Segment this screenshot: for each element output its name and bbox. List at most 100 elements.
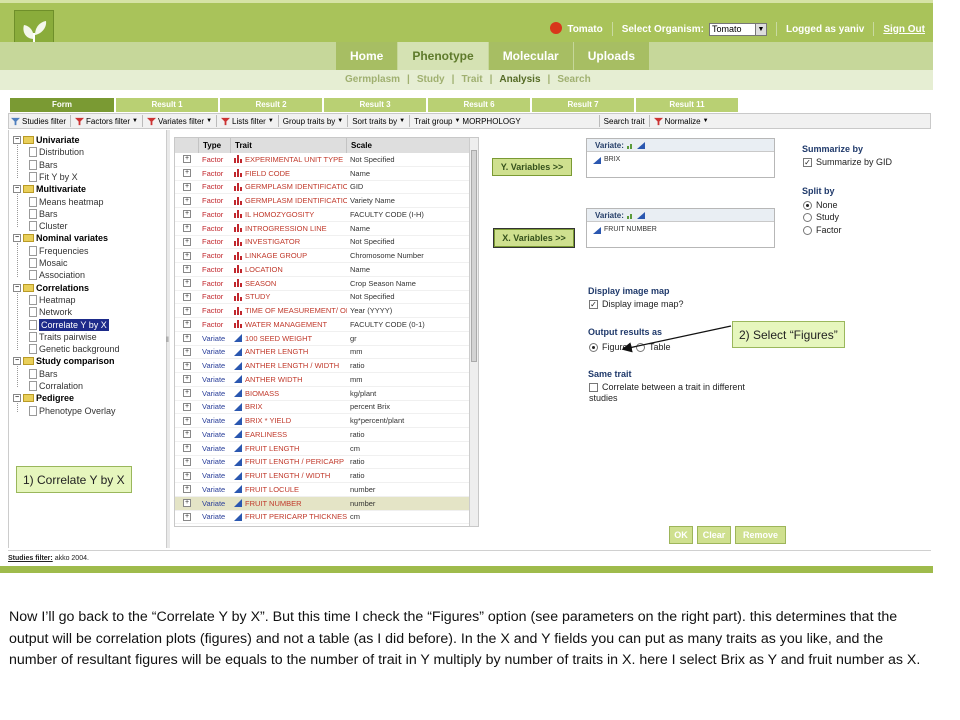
expand-icon[interactable]: + bbox=[183, 155, 191, 164]
same-trait-checkbox[interactable] bbox=[589, 382, 598, 392]
tree-group[interactable]: − Study comparison bbox=[13, 355, 115, 367]
tree-item[interactable]: Bars bbox=[29, 208, 58, 220]
expand-icon[interactable]: + bbox=[183, 210, 191, 219]
expand-icon[interactable]: + bbox=[183, 471, 191, 480]
collapse-icon[interactable]: − bbox=[13, 394, 21, 403]
tab-phenotype[interactable]: Phenotype bbox=[398, 42, 489, 70]
tree-item[interactable]: Traits pairwise bbox=[29, 331, 97, 343]
column-header-type[interactable]: Type bbox=[199, 138, 231, 153]
variates-filter-button[interactable]: Variates filter ▼ bbox=[147, 117, 212, 126]
expand-icon[interactable]: + bbox=[183, 512, 191, 521]
group-traits-by-button[interactable]: Group traits by ▼ bbox=[283, 117, 343, 126]
subnav-study[interactable]: Study bbox=[417, 74, 445, 85]
collapse-icon[interactable]: − bbox=[13, 357, 21, 366]
tree-group[interactable]: − Nominal variates bbox=[13, 232, 108, 244]
expand-icon[interactable]: + bbox=[183, 237, 191, 246]
tree-item[interactable]: Bars bbox=[29, 368, 58, 380]
summarize-checkbox[interactable]: ✓ bbox=[803, 157, 812, 167]
subnav-trait[interactable]: Trait bbox=[461, 74, 482, 85]
expand-icon[interactable]: + bbox=[183, 279, 191, 288]
remove-button[interactable]: Remove bbox=[735, 526, 786, 544]
collapse-icon[interactable]: − bbox=[13, 283, 21, 292]
y-variables-box[interactable]: Variate: BRIX bbox=[586, 138, 775, 178]
table-scrollbar[interactable] bbox=[469, 138, 478, 526]
organism-select[interactable]: Tomato ▼ bbox=[708, 22, 767, 36]
split-factor-option[interactable]: Factor bbox=[803, 225, 842, 235]
collapse-icon[interactable]: − bbox=[13, 234, 21, 243]
tree-item[interactable]: Mosaic bbox=[29, 257, 68, 269]
expand-icon[interactable]: + bbox=[183, 361, 191, 370]
table-row[interactable]: + Variate BRIX * YIELD kg*percent/plant bbox=[175, 414, 471, 428]
table-row[interactable]: + Factor TIME OF MEASUREMENT/ OBSEYear (YY… bbox=[175, 304, 471, 318]
tab-form[interactable]: Form bbox=[10, 98, 114, 112]
lists-filter-button[interactable]: Lists filter ▼ bbox=[221, 117, 274, 126]
expand-icon[interactable]: + bbox=[183, 265, 191, 274]
table-row[interactable]: + Variate 100 SEED WEIGHT gr bbox=[175, 332, 471, 346]
table-row[interactable]: + Factor GERMPLASM IDENTIFICATION GID bbox=[175, 181, 471, 195]
table-row[interactable]: + Factor SEASON Crop Season Name bbox=[175, 277, 471, 291]
sort-traits-by-button[interactable]: Sort traits by ▼ bbox=[352, 117, 405, 126]
expand-icon[interactable]: + bbox=[183, 457, 191, 466]
x-variables-box[interactable]: Variate: FRUIT NUMBER bbox=[586, 208, 775, 248]
table-row[interactable]: + Variate ANTHER WIDTH mm bbox=[175, 373, 471, 387]
expand-icon[interactable]: + bbox=[183, 224, 191, 233]
table-row[interactable]: + Factor EXPERIMENTAL UNIT TYPE Not Specifi… bbox=[175, 153, 471, 167]
expand-icon[interactable]: + bbox=[183, 499, 191, 508]
tree-item[interactable]: Network bbox=[29, 306, 72, 318]
normalize-button[interactable]: Normalize ▼ bbox=[653, 117, 709, 126]
clear-button[interactable]: Clear bbox=[697, 526, 731, 544]
table-row[interactable]: + Variate FRUIT LENGTH / PERICARP ratio bbox=[175, 456, 471, 470]
image-map-option[interactable]: ✓ Display image map? bbox=[589, 299, 684, 309]
search-trait-button[interactable]: Search trait bbox=[604, 117, 645, 126]
expand-icon[interactable]: + bbox=[183, 292, 191, 301]
table-row[interactable]: + Variate ANTHER LENGTH / WIDTH ratio bbox=[175, 359, 471, 373]
table-row[interactable]: + Variate FRUIT LENGTH cm bbox=[175, 442, 471, 456]
table-row[interactable]: + Factor STUDY Not Specified bbox=[175, 291, 471, 305]
expand-icon[interactable]: + bbox=[183, 416, 191, 425]
same-trait-option[interactable]: Correlate between a trait in different bbox=[589, 382, 745, 392]
expand-icon[interactable]: + bbox=[183, 182, 191, 191]
tab-result-6[interactable]: Result 6 bbox=[428, 98, 530, 112]
studies-filter-button[interactable]: Studies filter bbox=[11, 117, 66, 126]
expand-icon[interactable]: + bbox=[183, 251, 191, 260]
x-variable-item[interactable]: FRUIT NUMBER bbox=[587, 224, 774, 236]
panel-splitter[interactable]: ‖ bbox=[166, 130, 170, 548]
table-row[interactable]: + Factor FIELD CODE Name bbox=[175, 167, 471, 181]
expand-icon[interactable]: + bbox=[183, 334, 191, 343]
column-header-trait[interactable]: Trait bbox=[231, 138, 347, 153]
scrollbar-thumb[interactable] bbox=[471, 150, 477, 362]
summarize-by-gid-option[interactable]: ✓ Summarize by GID bbox=[803, 157, 892, 167]
table-row[interactable]: + Factor LOCATION Name bbox=[175, 263, 471, 277]
table-row[interactable]: + Variate FRUIT LENGTH / WIDTH ratio bbox=[175, 469, 471, 483]
expand-icon[interactable]: + bbox=[183, 306, 191, 315]
table-row[interactable]: + Variate FRUIT NUMBER number bbox=[175, 496, 471, 511]
table-row[interactable]: + Variate FRUIT LOCULE number bbox=[175, 483, 471, 497]
tree-item[interactable]: Means heatmap bbox=[29, 196, 104, 208]
table-row[interactable]: + Variate FRUIT PERICARP THICKNESS cm bbox=[175, 511, 471, 525]
footer-label[interactable]: Studies filter: bbox=[8, 555, 53, 562]
tab-molecular[interactable]: Molecular bbox=[488, 42, 574, 70]
expand-icon[interactable]: + bbox=[183, 485, 191, 494]
table-row[interactable]: + Factor WATER MANAGEMENT FACULTY CODE (0-1… bbox=[175, 318, 471, 332]
table-row[interactable]: + Factor INTROGRESSION LINE Name bbox=[175, 222, 471, 236]
expand-icon[interactable]: + bbox=[183, 196, 191, 205]
ok-button[interactable]: OK bbox=[669, 526, 693, 544]
tree-group[interactable]: − Univariate bbox=[13, 134, 80, 146]
table-row[interactable]: + Factor IL HOMOZYGOSITY FACULTY CODE (I-H) bbox=[175, 208, 471, 222]
tree-item[interactable]: Distribution bbox=[29, 146, 84, 158]
split-study-option[interactable]: Study bbox=[803, 212, 839, 222]
tree-item[interactable]: Phenotype Overlay bbox=[29, 405, 116, 417]
tree-item[interactable]: Genetic background bbox=[29, 343, 120, 355]
split-study-radio[interactable] bbox=[803, 212, 812, 222]
sign-out-link[interactable]: Sign Out bbox=[883, 24, 925, 35]
expand-icon[interactable]: + bbox=[183, 375, 191, 384]
tab-result-1[interactable]: Result 1 bbox=[116, 98, 218, 112]
collapse-icon[interactable]: − bbox=[13, 185, 21, 194]
tree-item[interactable]: Corralation bbox=[29, 380, 83, 392]
split-none-option[interactable]: None bbox=[803, 200, 838, 210]
split-none-radio[interactable] bbox=[803, 200, 812, 210]
x-variables-button[interactable]: X. Variables >> bbox=[493, 228, 575, 248]
column-header-scale[interactable]: Scale bbox=[347, 138, 471, 153]
tree-item[interactable]: Fit Y by X bbox=[29, 171, 78, 183]
y-variables-button[interactable]: Y. Variables >> bbox=[492, 158, 572, 176]
